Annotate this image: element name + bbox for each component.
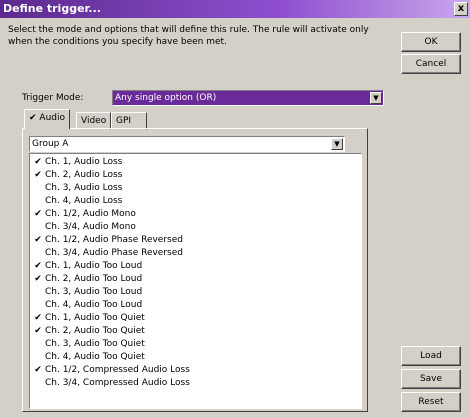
list-item[interactable]: Ch. 4, Audio Too Quiet <box>33 351 145 364</box>
list-item[interactable]: ✔ Ch. 2, Audio Loss <box>33 169 122 182</box>
list-item[interactable]: Ch. 4, Audio Loss <box>33 195 122 208</box>
list-item[interactable]: Ch. 4, Audio Too Loud <box>33 299 142 312</box>
list-item[interactable]: ✔ Ch. 1, Audio Too Loud <box>33 260 142 273</box>
conditions-list[interactable]: ✔ Ch. 1, Audio Loss ✔ Ch. 2, Audio Loss Ch… <box>29 153 362 409</box>
list-item[interactable]: Ch. 3, Audio Loss <box>33 182 122 195</box>
reset-button[interactable]: Reset <box>401 392 461 412</box>
checkbox[interactable]: ✔ <box>33 273 43 286</box>
chevron-down-icon[interactable]: ▼ <box>331 138 343 150</box>
chevron-down-icon[interactable]: ▼ <box>370 92 382 104</box>
list-item[interactable]: ✔ Ch. 1, Audio Too Quiet <box>33 312 145 325</box>
ok-button[interactable]: OK <box>401 32 461 52</box>
list-item[interactable]: Ch. 3, Audio Too Loud <box>33 286 142 299</box>
list-item[interactable]: ✔ Ch. 1/2, Compressed Audio Loss <box>33 364 190 377</box>
list-item[interactable]: Ch. 3/4, Compressed Audio Loss <box>33 377 190 390</box>
description-text: Select the mode and options that will de… <box>8 25 369 47</box>
checkbox[interactable]: ✔ <box>33 325 43 338</box>
checkbox[interactable]: ✔ <box>33 234 43 247</box>
tab-gpi-label: GPI <box>116 116 132 126</box>
checkbox[interactable]: ✔ <box>33 364 43 377</box>
list-item[interactable]: ✔ Ch. 1, Audio Loss <box>33 156 122 169</box>
tab-audio-label: Audio <box>39 113 66 123</box>
checkbox[interactable]: ✔ <box>33 156 43 169</box>
list-item[interactable]: ✔ Ch. 2, Audio Too Quiet <box>33 325 145 338</box>
trigger-mode-select[interactable]: Any single option (OR) ▼ <box>112 90 384 106</box>
close-button[interactable]: x <box>454 2 468 16</box>
load-button[interactable]: Load <box>401 346 461 366</box>
cancel-button[interactable]: Cancel <box>401 54 461 74</box>
checkbox[interactable]: ✔ <box>33 260 43 273</box>
trigger-mode-label: Trigger Mode: <box>22 93 84 103</box>
title-bar: Define trigger... x <box>0 0 470 18</box>
list-item[interactable]: ✔ Ch. 2, Audio Too Loud <box>33 273 142 286</box>
list-item[interactable]: ✔ Ch. 1/2, Audio Mono <box>33 208 136 221</box>
group-select[interactable]: Group A ▼ <box>29 136 345 152</box>
checkbox[interactable]: ✔ <box>33 208 43 221</box>
check-icon: ✔ <box>29 113 37 123</box>
list-item[interactable]: Ch. 3, Audio Too Quiet <box>33 338 145 351</box>
window-title: Define trigger... <box>3 2 101 15</box>
save-button[interactable]: Save <box>401 369 461 389</box>
list-item[interactable]: Ch. 3/4, Audio Phase Reversed <box>33 247 183 260</box>
tab-video-label: Video <box>81 116 107 126</box>
trigger-mode-value: Any single option (OR) <box>115 93 217 103</box>
tab-audio[interactable]: ✔ Audio <box>24 109 71 129</box>
list-item[interactable]: Ch. 3/4, Audio Mono <box>33 221 136 234</box>
checkbox[interactable]: ✔ <box>33 312 43 325</box>
list-item[interactable]: ✔ Ch. 1/2, Audio Phase Reversed <box>33 234 183 247</box>
group-select-value: Group A <box>32 139 69 149</box>
checkbox[interactable]: ✔ <box>33 169 43 182</box>
